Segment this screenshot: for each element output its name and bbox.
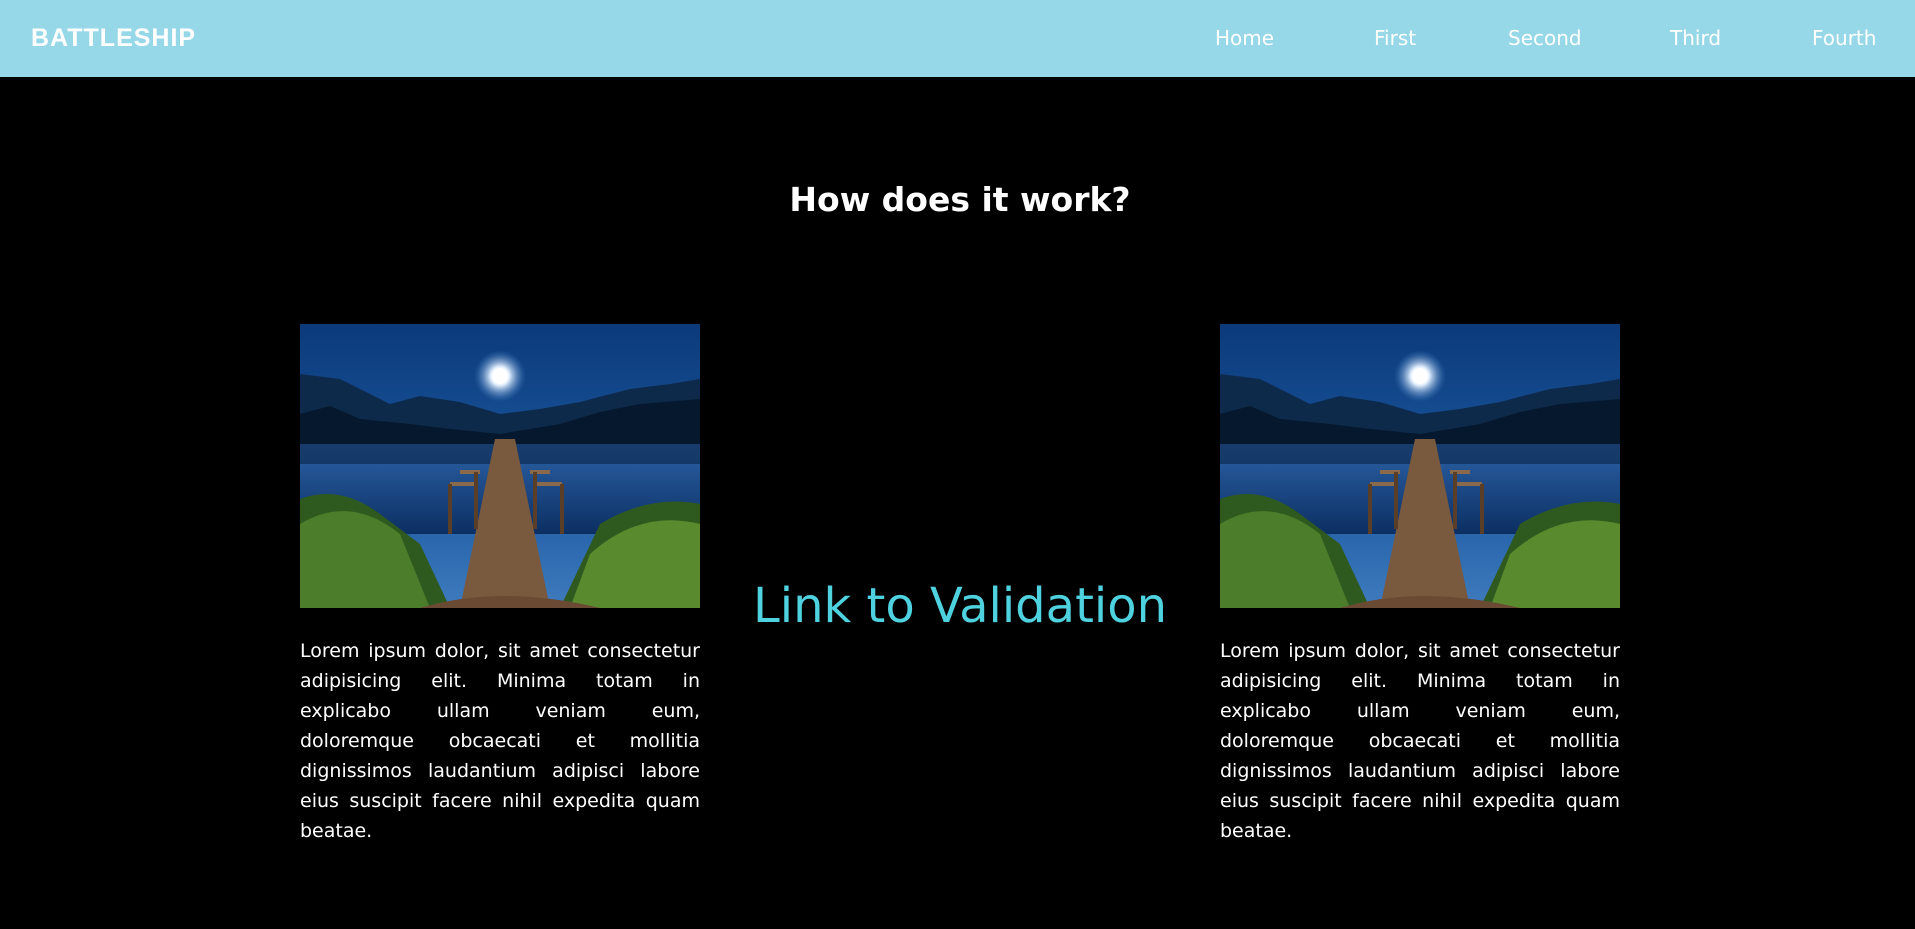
nav-link-first[interactable]: First bbox=[1374, 26, 1416, 50]
nav-link-home[interactable]: Home bbox=[1215, 26, 1274, 50]
validation-link[interactable]: Link to Validation bbox=[700, 578, 1220, 634]
night-lake-pier-photo bbox=[300, 324, 700, 608]
nav-link-second[interactable]: Second bbox=[1508, 26, 1582, 50]
card-image-right bbox=[1220, 324, 1620, 608]
nav-link-fourth[interactable]: Fourth bbox=[1812, 26, 1876, 50]
nav-link-third[interactable]: Third bbox=[1670, 26, 1721, 50]
card-text-right: Lorem ipsum dolor, sit amet consectetur … bbox=[1220, 640, 1620, 842]
page-heading: How does it work? bbox=[789, 180, 1131, 219]
brand-logo[interactable]: BATTLESHIP bbox=[31, 24, 196, 53]
navbar: BATTLESHIP Home First Second Third Fourt… bbox=[0, 0, 1915, 77]
card-text-left: Lorem ipsum dolor, sit amet consectetur … bbox=[300, 640, 700, 842]
card-image-left bbox=[300, 324, 700, 608]
night-lake-pier-photo bbox=[1220, 324, 1620, 608]
